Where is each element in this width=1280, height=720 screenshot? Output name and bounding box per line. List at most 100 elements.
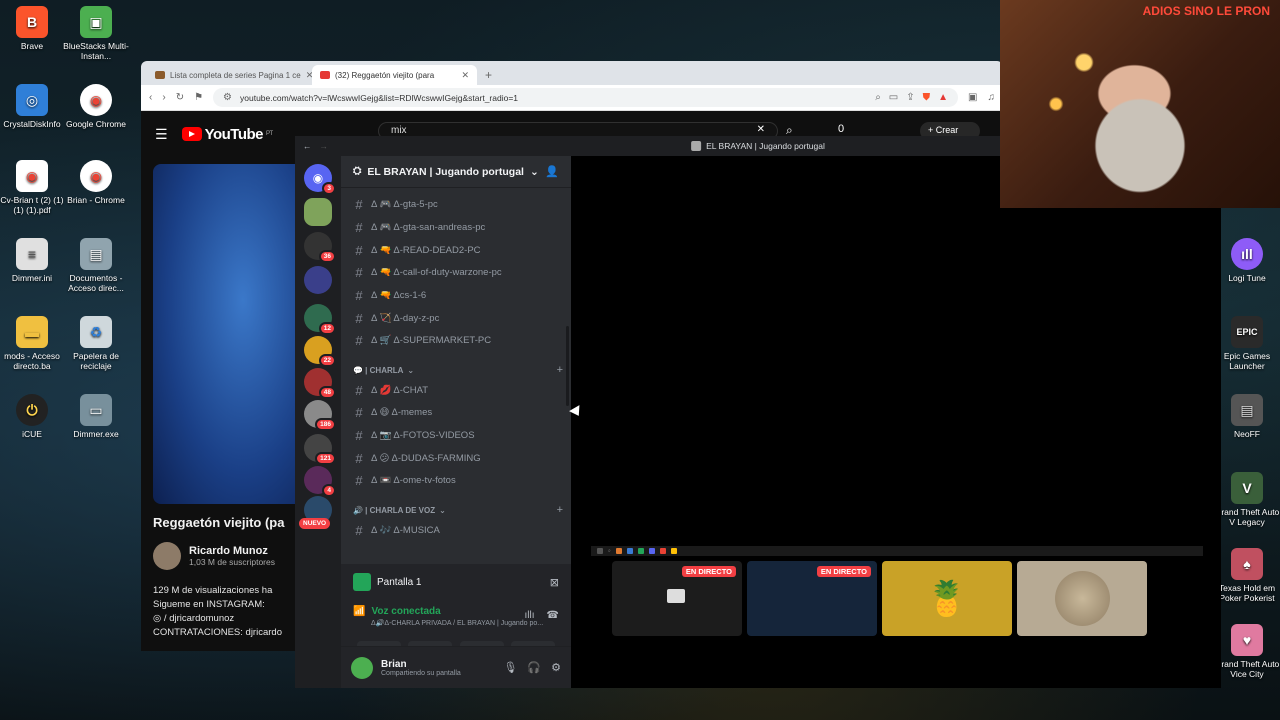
back-arrow-icon[interactable]: ← (303, 141, 312, 151)
disconnect-icon[interactable]: ☎ (547, 610, 559, 621)
forward-arrow-icon[interactable]: → (320, 141, 329, 151)
channel-item[interactable]: # Δ 🔫 Δ-READ-DEAD2-PC (353, 240, 563, 260)
participant-tile-photo[interactable] (1017, 561, 1147, 636)
description-line: 129 M de visualizaciones ha (153, 585, 273, 596)
desktop-icon-bluestacks[interactable]: ▣ BlueStacks Multi-Instan... (61, 6, 131, 61)
clear-search-icon[interactable]: ✕ (757, 124, 765, 135)
notifications-count[interactable]: 0 (838, 123, 844, 135)
brave-rewards-icon[interactable]: ▲ (938, 92, 948, 103)
channel-name[interactable]: Ricardo Munoz (189, 545, 275, 557)
taskbar-app-icon (626, 548, 633, 554)
desktop-icon-cv-pdf[interactable]: ◉ Cv-Brian t (2) (1) (1) (1).pdf (0, 160, 67, 215)
gta-v-icon: V (1231, 472, 1263, 504)
headphones-icon[interactable]: 🎧 (527, 661, 541, 674)
server-icon[interactable]: 48 (304, 368, 336, 399)
stream-tile-2[interactable]: EN DIRECTO (747, 561, 877, 636)
desktop-icon-mods[interactable]: ▬ mods - Acceso directo.ba (0, 316, 67, 371)
back-icon[interactable]: ‹ (149, 92, 152, 103)
server-header[interactable]: ⛭ EL BRAYAN | Jugando portugal ⌄ 👤 (341, 156, 571, 188)
chrome-icon: ◉ (80, 160, 112, 192)
channel-item[interactable]: # Δ 💋 Δ-CHAT (353, 380, 563, 400)
desktop-icon-neoff[interactable]: ▤ NeoFF (1212, 394, 1280, 439)
stream-stage[interactable]: ⌕ EN DIRECTO EN DIRECTO 🍍 (571, 156, 1221, 688)
browser-tab-youtube[interactable]: (32) Reggaetón viejito (para ✕ (312, 65, 477, 85)
voice-status[interactable]: Voz conectada (371, 606, 440, 617)
server-icon[interactable]: 186 (304, 400, 336, 431)
invite-people-icon[interactable]: 👤 (545, 165, 559, 178)
add-channel-icon[interactable]: + (557, 504, 563, 516)
close-tab-icon[interactable]: ✕ (461, 70, 469, 81)
category-charla[interactable]: 💬 | CHARLA ⌄ + (353, 364, 563, 376)
server-icon[interactable]: 12 (304, 304, 336, 335)
zoom-icon[interactable]: ⌕ (875, 92, 881, 103)
server-icon[interactable]: 121 (304, 434, 336, 465)
taskbar-app-icon (637, 548, 644, 554)
channel-item[interactable]: # Δ 🔫 Δ-call-of-duty-warzone-pc (353, 262, 563, 282)
desktop-icon-label: Logi Tune (1228, 273, 1266, 283)
channel-item[interactable]: # Δ 📷 Δ-FOTOS-VIDEOS (353, 425, 563, 445)
microphone-icon[interactable]: 🎙 (503, 661, 517, 674)
desktop-icon-logi-tune[interactable]: ıll Logi Tune (1212, 238, 1280, 283)
share-icon[interactable]: ⇪ (906, 92, 914, 103)
desktop-icon-chrome[interactable]: ◉ Google Chrome (61, 84, 131, 129)
channel-item[interactable]: # Δ 😕 Δ-DUDAS-FARMING (353, 448, 563, 468)
channel-avatar[interactable] (153, 542, 181, 570)
username[interactable]: Brian (381, 659, 461, 670)
channel-item[interactable]: # Δ 📼 Δ-ome-tv-fotos (353, 470, 563, 490)
desktop-icon-dimmer-ini[interactable]: ≡ Dimmer.ini (0, 238, 67, 283)
gear-icon[interactable]: ⚙ (551, 661, 561, 674)
desktop-icon-crystaldiskinfo[interactable]: ◎ CrystalDiskInfo (0, 84, 67, 129)
reload-icon[interactable]: ↻ (176, 92, 184, 103)
add-channel-icon[interactable]: + (557, 364, 563, 376)
browser-tab-series[interactable]: Lista completa de series Pagina 1 ce ✕ (147, 65, 312, 85)
desktop-icon-pokerist[interactable]: ♠ Texas Hold em Poker Pokerist (1212, 548, 1280, 603)
forward-icon[interactable]: › (162, 92, 165, 103)
server-icon[interactable]: 4 (304, 466, 336, 497)
channel-item[interactable]: # Δ 🏹 Δ-day-z-pc (353, 308, 563, 328)
channel-item[interactable]: # Δ 🎮 Δ-gta-5-pc (353, 194, 563, 214)
site-info-icon[interactable]: ⚙ (223, 92, 232, 103)
channel-item[interactable]: # Δ 🔫 Δcs-1-6 (353, 285, 563, 305)
sidebar-icon[interactable]: ▣ (968, 92, 977, 103)
channel-scrollbar[interactable] (566, 326, 569, 406)
desktop-icon-documentos[interactable]: ▤ Documentos - Acceso direc... (61, 238, 131, 293)
category-charla-de-voz[interactable]: 🔊 | CHARLA DE VOZ ⌄ + (353, 504, 563, 516)
user-avatar[interactable] (351, 656, 373, 679)
channel-item[interactable]: # Δ 🎶 Δ-MUSICA (353, 520, 563, 540)
video-player[interactable] (153, 164, 303, 504)
channel-item[interactable]: # Δ 🛒 Δ-SUPERMARKET-PC (353, 330, 563, 350)
server-icon[interactable]: 22 (304, 336, 336, 367)
category-label: 💬 | CHARLA (353, 365, 404, 375)
unread-badge: 186 (315, 418, 336, 431)
desktop-icon-gta-v[interactable]: V Grand Theft Auto V Legacy (1212, 472, 1280, 527)
desktop-icon-dimmer-exe[interactable]: ▭ Dimmer.exe (61, 394, 131, 439)
desktop-icon-icue[interactable]: ⏻ iCUE (0, 394, 67, 439)
desktop-icon-brave[interactable]: B Brave (0, 6, 67, 51)
new-tab-button[interactable]: + (477, 68, 500, 85)
server-folder-icon[interactable] (304, 266, 332, 294)
crystaldisk-icon: ◎ (16, 84, 48, 116)
address-bar[interactable]: ⚙ youtube.com/watch?v=lWcswwIGejg&list=R… (213, 88, 959, 107)
desktop-icon-gta-vice-city[interactable]: ♥ Grand Theft Auto Vice City (1212, 624, 1280, 679)
discord-home-icon[interactable]: ◉ 3 (304, 164, 336, 195)
desktop-icon-brian-chrome[interactable]: ◉ Brian - Chrome (61, 160, 131, 205)
close-stream-icon[interactable]: ⊠ (550, 576, 559, 589)
menu-icon[interactable]: ☰ (155, 126, 168, 143)
brave-shield-icon[interactable]: ⛊ (923, 92, 931, 103)
stream-tile-1[interactable]: EN DIRECTO (612, 561, 742, 636)
stream-preview-panel: Pantalla 1 ⊠ (341, 564, 571, 600)
server-icon[interactable]: 36 (304, 232, 336, 263)
desktop-icon-recycle-bin[interactable]: ♻ Papelera de reciclaje (61, 316, 131, 371)
cast-icon[interactable]: ▭ (889, 92, 898, 103)
server-icon[interactable] (304, 198, 332, 226)
media-icon[interactable]: ♫ (988, 92, 996, 103)
participant-tile-pineapple[interactable]: 🍍 (882, 561, 1012, 636)
noise-suppression-icon[interactable]: ıllı (525, 610, 535, 621)
desktop-icon-epic-games[interactable]: EPIC Epic Games Launcher (1212, 316, 1280, 371)
server-icon (691, 141, 702, 151)
channel-item[interactable]: # Δ 😄 Δ-memes (353, 402, 563, 422)
video-description[interactable]: 129 M de visualizaciones ha Sigueme en I… (153, 584, 303, 640)
bookmark-icon[interactable]: ⚑ (194, 92, 203, 103)
channel-item[interactable]: # Δ 🎮 Δ-gta-san-andreas-pc (353, 217, 563, 237)
youtube-logo[interactable]: YouTube PT (181, 126, 273, 143)
